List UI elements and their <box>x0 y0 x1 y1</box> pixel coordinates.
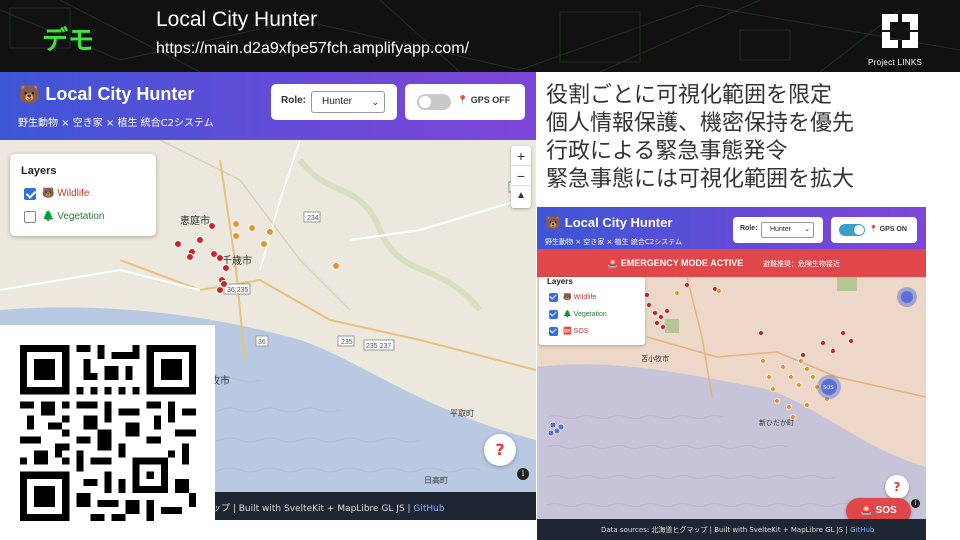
github-link[interactable]: GitHub <box>850 526 874 534</box>
qr-code-panel <box>0 325 215 540</box>
bullet-item: 役割ごとに可視化範囲を限定 <box>546 83 833 108</box>
chevron-down-icon: ⌄ <box>804 226 810 233</box>
zoom-controls: + − ▲ <box>511 146 531 208</box>
bullet-item: 個人情報保護、機密保持を優先 <box>546 111 855 136</box>
gps-toggle[interactable] <box>417 94 451 110</box>
project-links-logo-icon <box>882 14 918 48</box>
layer-label-wildlife: 🐻 Wildlife <box>563 294 597 301</box>
vegetation-checkbox[interactable] <box>549 310 558 319</box>
demo-label: デモ <box>42 26 95 56</box>
gps-status-text: GPS ON <box>879 226 907 233</box>
zoom-out-button[interactable]: − <box>511 166 531 186</box>
toggle-knob <box>854 225 864 235</box>
info-icon[interactable]: i <box>517 468 529 480</box>
gps-status: 📍 GPS OFF <box>457 95 510 106</box>
footer-credits: ップ | Built with SvelteKit + MapLibre GL … <box>212 504 414 514</box>
toggle-knob <box>419 96 431 108</box>
route-shield-36-235: 36;235 <box>227 287 249 294</box>
compass-icon[interactable]: ▲ <box>511 186 531 206</box>
gps-toggle[interactable] <box>839 224 865 236</box>
role-selector-panel: Role: Hunter ⌄ <box>733 217 823 243</box>
emergency-banner: 🚨 EMERGENCY MODE ACTIVE 避難推奨：危険生物接近 <box>537 249 926 277</box>
wildlife-checkbox[interactable] <box>24 188 36 200</box>
place-label-eniwa: 恵庭市 <box>180 214 210 227</box>
emergency-subtitle: 避難推奨：危険生物接近 <box>763 260 840 268</box>
role-selector-panel: Role: Hunter ⌄ <box>271 84 397 120</box>
zoom-in-button[interactable]: + <box>511 146 531 166</box>
qr-code-icon <box>20 345 196 521</box>
slide-title: Local City Hunter <box>156 8 318 31</box>
header-background-pattern <box>0 0 960 72</box>
route-shield-235-237: 235 237 <box>366 343 391 350</box>
app-title: 🐻 Local City Hunter <box>18 84 195 104</box>
emergency-title: 🚨 EMERGENCY MODE ACTIVE <box>607 258 744 268</box>
layers-title: Layers <box>547 277 573 286</box>
role-select-value: Hunter <box>770 226 792 233</box>
location-pin-icon: 📍 <box>457 95 469 105</box>
slide-header: デモ Local City Hunter https://main.d2a9xf… <box>0 0 960 72</box>
location-pin-icon: 📍 <box>869 226 878 233</box>
github-link[interactable]: GitHub <box>413 504 444 514</box>
app-header: 🐻 Local City Hunter 野生動物 × 空き家 × 植生 統合C2… <box>537 207 926 249</box>
route-shield-234: 234 <box>307 215 319 222</box>
chevron-down-icon: ⌄ <box>371 97 379 107</box>
route-shield-36: 36 <box>258 339 266 346</box>
footer-text: Data sources: 北海道ヒグマップ | Built with Svel… <box>601 525 874 535</box>
app-header: 🐻 Local City Hunter 野生動物 × 空き家 × 植生 統合C2… <box>0 72 536 140</box>
place-label-tomakomai: 苫小牧市 <box>641 354 669 363</box>
gps-status-text: GPS OFF <box>470 95 511 105</box>
wildlife-checkbox[interactable] <box>549 293 558 302</box>
layer-label-vegetation: 🌲 Vegetation <box>563 311 607 318</box>
gps-panel: 📍 GPS ON <box>831 217 917 243</box>
help-button[interactable]: ? <box>484 434 516 466</box>
app-title: 🐻 Local City Hunter <box>545 215 673 230</box>
layers-panel: Layers 🐻 Wildlife 🌲 Vegetation 🆘 SOS <box>539 277 645 345</box>
route-shield-235: 235 <box>341 339 353 346</box>
bullet-list: 役割ごとに可視化範囲を限定 個人情報保護、機密保持を優先 行政による緊急事態発令… <box>546 82 950 194</box>
layer-label-vegetation: 🌲 Vegetation <box>42 211 105 222</box>
bullet-item: 緊急事態には可視化範囲を拡大 <box>546 167 855 192</box>
layer-label-sos: 🆘 SOS <box>563 328 589 335</box>
gps-status: 📍 GPS ON <box>869 225 907 233</box>
app-subtitle: 野生動物 × 空き家 × 植生 統合C2システム <box>18 118 214 129</box>
place-label-hidaka: 日高町 <box>424 475 448 485</box>
help-button[interactable]: ? <box>885 475 909 499</box>
layers-panel: Layers 🐻 Wildlife 🌲 Vegetation <box>10 154 156 236</box>
gps-panel: 📍 GPS OFF <box>405 84 525 120</box>
app-footer: Data sources: 北海道ヒグマップ | Built with Svel… <box>537 519 926 540</box>
footer-credits: Data sources: 北海道ヒグマップ | Built with Svel… <box>601 526 851 534</box>
place-label-shinhidaka: 新ひだか町 <box>759 418 794 427</box>
vegetation-checkbox[interactable] <box>24 211 36 223</box>
app-screenshot-emergency: 🐻 Local City Hunter 野生動物 × 空き家 × 植生 統合C2… <box>537 207 926 540</box>
slide: デモ Local City Hunter https://main.d2a9xf… <box>0 0 960 540</box>
app-subtitle: 野生動物 × 空き家 × 植生 統合C2システム <box>545 238 682 246</box>
role-select-value: Hunter <box>322 96 353 107</box>
role-select[interactable]: Hunter ⌄ <box>761 222 814 238</box>
role-label: Role: <box>740 225 758 232</box>
sos-checkbox[interactable] <box>549 327 558 336</box>
role-select[interactable]: Hunter ⌄ <box>311 91 385 113</box>
place-label-hiratori: 平取町 <box>450 409 474 418</box>
bullet-item: 行政による緊急事態発令 <box>546 139 788 164</box>
logo-text: Project LINKS <box>868 58 923 67</box>
footer-text: ップ | Built with SvelteKit + MapLibre GL … <box>212 501 445 514</box>
layers-title: Layers <box>21 165 57 177</box>
sos-cluster-label: SOS <box>823 385 834 391</box>
layer-label-wildlife: 🐻 Wildlife <box>42 188 90 199</box>
role-label: Role: <box>281 95 306 106</box>
app-url: https://main.d2a9xfpe57fch.amplifyapp.co… <box>156 40 470 57</box>
info-icon[interactable]: i <box>911 499 920 508</box>
